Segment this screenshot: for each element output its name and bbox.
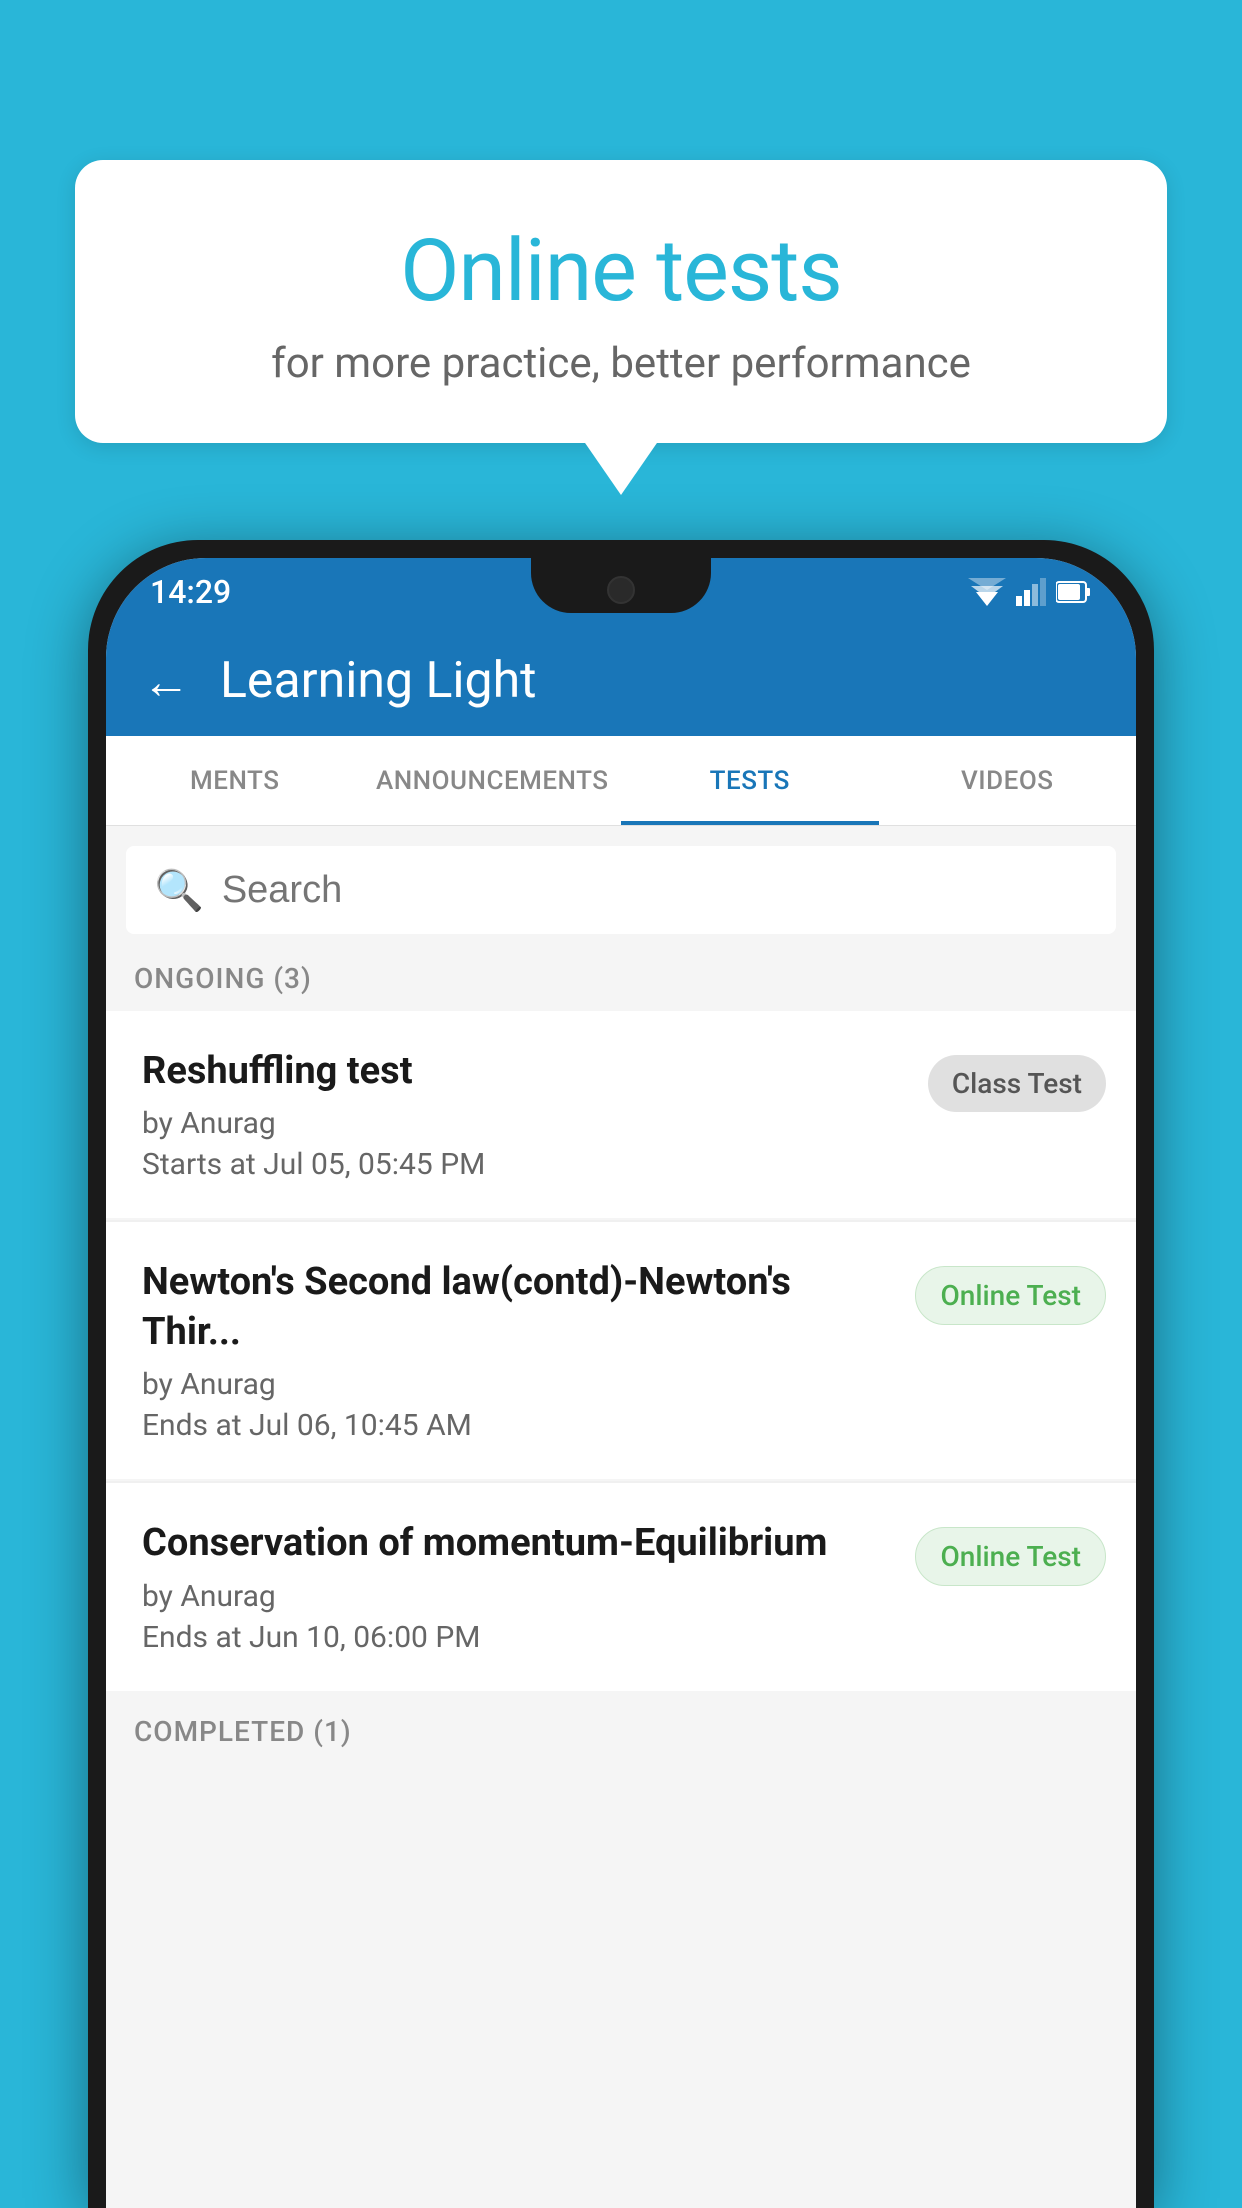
search-input[interactable] [222,869,1088,912]
signal-icon [1016,578,1046,606]
search-icon: 🔍 [154,867,204,914]
test-by: by Anurag [142,1367,895,1402]
search-bar: 🔍 [126,846,1116,934]
tab-tests[interactable]: TESTS [621,736,879,825]
test-date: Ends at Jul 06, 10:45 AM [142,1408,895,1443]
phone-content: 🔍 ONGOING (3) Reshuffling test by Anurag… [106,826,1136,2208]
camera [607,576,635,604]
test-info: Conservation of momentum-Equilibrium by … [142,1519,895,1654]
test-card[interactable]: Reshuffling test by Anurag Starts at Jul… [106,1011,1136,1218]
test-card[interactable]: Newton's Second law(contd)-Newton's Thir… [106,1222,1136,1479]
test-by: by Anurag [142,1106,908,1141]
tab-bar: MENTS ANNOUNCEMENTS TESTS VIDEOS [106,736,1136,826]
test-info: Reshuffling test by Anurag Starts at Jul… [142,1047,908,1182]
test-by: by Anurag [142,1579,895,1614]
test-date: Ends at Jun 10, 06:00 PM [142,1620,895,1655]
notch [531,558,711,613]
phone-inner: 14:29 [106,558,1136,2208]
test-title: Conservation of momentum-Equilibrium [142,1519,895,1568]
app-bar: ← Learning Light [106,626,1136,736]
test-badge-online-test-2: Online Test [915,1527,1106,1586]
test-title: Newton's Second law(contd)-Newton's Thir… [142,1258,895,1357]
phone-screen: 14:29 [106,558,1136,2208]
app-title: Learning Light [220,652,537,710]
tab-videos[interactable]: VIDEOS [879,736,1137,825]
wifi-icon [968,578,1006,606]
phone-frame: 14:29 [88,540,1154,2208]
test-badge-class-test: Class Test [928,1055,1106,1112]
completed-section-header: COMPLETED (1) [106,1693,1136,1758]
ongoing-section-header: ONGOING (3) [106,934,1136,1011]
test-title: Reshuffling test [142,1047,908,1096]
speech-bubble: Online tests for more practice, better p… [75,160,1167,443]
test-card[interactable]: Conservation of momentum-Equilibrium by … [106,1483,1136,1690]
tab-ments[interactable]: MENTS [106,736,364,825]
bubble-subtitle: for more practice, better performance [135,339,1107,388]
test-date: Starts at Jul 05, 05:45 PM [142,1147,908,1182]
back-button[interactable]: ← [142,653,190,710]
test-info: Newton's Second law(contd)-Newton's Thir… [142,1258,895,1443]
status-icons [968,578,1092,606]
status-time: 14:29 [150,573,231,611]
tab-announcements[interactable]: ANNOUNCEMENTS [364,736,622,825]
test-badge-online-test: Online Test [915,1266,1106,1325]
bubble-title: Online tests [135,220,1107,321]
battery-icon [1056,580,1092,604]
